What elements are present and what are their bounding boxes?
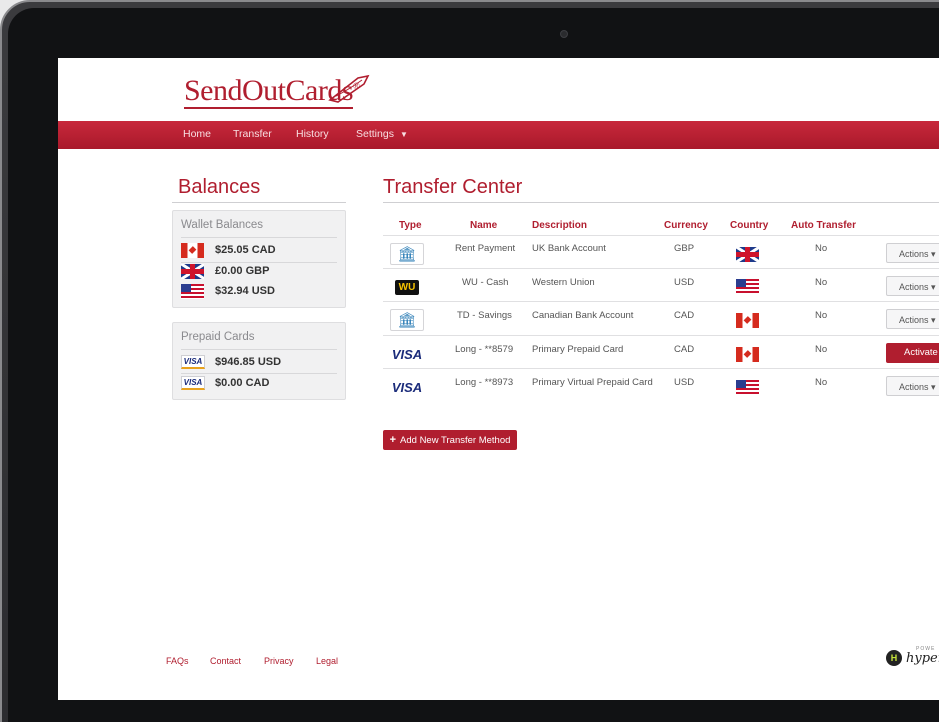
- western-union-icon: WU: [390, 276, 424, 298]
- row-divider: [383, 335, 939, 336]
- row-currency: CAD: [674, 310, 695, 321]
- canada-flag-icon: [736, 313, 759, 328]
- visa-card-icon: VISA: [181, 376, 205, 390]
- actions-button[interactable]: Actions ▾: [886, 309, 939, 329]
- column-header-type: Type: [399, 220, 422, 231]
- visa-card-icon: VISA: [391, 346, 423, 362]
- wallet-row[interactable]: [181, 282, 204, 300]
- bank-icon: 🏛: [390, 243, 424, 265]
- row-auto-transfer: No: [815, 243, 828, 254]
- column-header-name: Name: [470, 220, 498, 231]
- chevron-down-icon: ▾: [931, 282, 936, 292]
- wallet-balances-title: Wallet Balances: [181, 219, 264, 231]
- row-description: Primary Prepaid Card: [532, 344, 624, 355]
- chevron-down-icon: ▾: [931, 315, 936, 325]
- us-flag-icon: [181, 283, 204, 299]
- row-name: WU - Cash: [462, 277, 509, 288]
- prepaid-row[interactable]: VISA: [181, 374, 205, 392]
- activate-button[interactable]: Activate: [886, 343, 939, 363]
- wallet-balance-value: £0.00 GBP: [215, 265, 270, 277]
- transfer-divider: [383, 202, 939, 203]
- row-auto-transfer: No: [815, 310, 828, 321]
- row-currency: USD: [674, 277, 695, 288]
- camera-dot: [560, 30, 568, 38]
- wallet-row[interactable]: [181, 262, 204, 280]
- uk-flag-icon: [736, 247, 759, 262]
- row-auto-transfer: No: [815, 344, 828, 355]
- top-navbar: Home Transfer History Settings ▼: [58, 121, 939, 149]
- nav-transfer[interactable]: Transfer: [233, 128, 272, 140]
- row-description: Primary Virtual Prepaid Card: [532, 377, 653, 388]
- footer-link-legal[interactable]: Legal: [316, 656, 338, 666]
- powered-by-badge[interactable]: H POWE hyper: [886, 646, 939, 666]
- divider: [181, 349, 337, 350]
- visa-card-icon: VISA: [181, 355, 205, 369]
- chevron-down-icon: ▾: [931, 249, 936, 259]
- chevron-down-icon: ▾: [931, 382, 936, 392]
- column-header-currency: Currency: [664, 220, 708, 231]
- row-divider: [383, 368, 939, 369]
- row-description: Western Union: [532, 277, 595, 288]
- prepaid-balance-value: $946.85 USD: [215, 356, 282, 368]
- prepaid-cards-title: Prepaid Cards: [181, 331, 255, 343]
- divider: [181, 262, 337, 263]
- hyperwallet-logo-icon: H: [886, 650, 902, 666]
- canada-flag-icon: [736, 347, 759, 362]
- nav-settings[interactable]: Settings ▼: [356, 128, 408, 140]
- bank-icon: 🏛: [390, 309, 424, 331]
- card-logo-icon: [328, 74, 370, 103]
- footer-link-contact[interactable]: Contact: [210, 656, 241, 666]
- row-description: UK Bank Account: [532, 243, 606, 254]
- canada-flag-icon: [181, 242, 204, 258]
- footer-link-faqs[interactable]: FAQs: [166, 656, 189, 666]
- column-header-description: Description: [532, 220, 588, 231]
- nav-home[interactable]: Home: [183, 128, 211, 140]
- balances-title: Balances: [178, 176, 261, 198]
- row-divider: [383, 301, 939, 302]
- powered-by-label: POWE: [916, 646, 936, 652]
- wallet-row[interactable]: [181, 241, 204, 259]
- prepaid-row[interactable]: VISA: [181, 353, 205, 371]
- chevron-down-icon: ▼: [399, 130, 408, 139]
- wallet-balance-value: $32.94 USD: [215, 285, 275, 297]
- visa-card-icon: VISA: [391, 379, 423, 395]
- row-divider: [383, 235, 939, 236]
- row-name: TD - Savings: [457, 310, 512, 321]
- uk-flag-icon: [181, 263, 204, 279]
- add-transfer-method-label: Add New Transfer Method: [400, 434, 511, 446]
- row-name: Rent Payment: [455, 243, 516, 254]
- nav-history[interactable]: History: [296, 128, 329, 140]
- us-flag-icon: [736, 279, 759, 294]
- us-flag-icon: [736, 380, 759, 395]
- actions-button[interactable]: Actions ▾: [886, 276, 939, 296]
- actions-button[interactable]: Actions ▾: [886, 243, 939, 263]
- row-name: Long - **8973: [455, 377, 514, 388]
- row-divider: [383, 268, 939, 269]
- row-name: Long - **8579: [455, 344, 514, 355]
- footer-link-privacy[interactable]: Privacy: [264, 656, 294, 666]
- row-description: Canadian Bank Account: [532, 310, 634, 321]
- powered-by-name: hyper: [906, 650, 939, 666]
- prepaid-cards-panel: Prepaid Cards VISA $946.85 USD VISA $0.0…: [172, 322, 346, 400]
- row-currency: CAD: [674, 344, 695, 355]
- column-header-country: Country: [730, 220, 769, 231]
- nav-settings-label: Settings: [356, 128, 394, 140]
- wallet-balances-panel: Wallet Balances $25.05 CAD £0.00 GBP $32…: [172, 210, 346, 308]
- row-auto-transfer: No: [815, 277, 828, 288]
- row-currency: USD: [674, 377, 695, 388]
- prepaid-balance-value: $0.00 CAD: [215, 377, 270, 389]
- row-currency: GBP: [674, 243, 695, 254]
- add-transfer-method-button[interactable]: + Add New Transfer Method: [383, 430, 517, 450]
- divider: [181, 237, 337, 238]
- balances-divider: [172, 202, 346, 203]
- transfer-center-title: Transfer Center: [383, 176, 523, 198]
- actions-button[interactable]: Actions ▾: [886, 376, 939, 396]
- column-header-auto-transfer: Auto Transfer: [791, 220, 857, 231]
- plus-icon: +: [389, 434, 397, 446]
- row-auto-transfer: No: [815, 377, 828, 388]
- wallet-balance-value: $25.05 CAD: [215, 244, 276, 256]
- app-screen: SendOutCards® Home Transfer History Sett…: [58, 58, 939, 700]
